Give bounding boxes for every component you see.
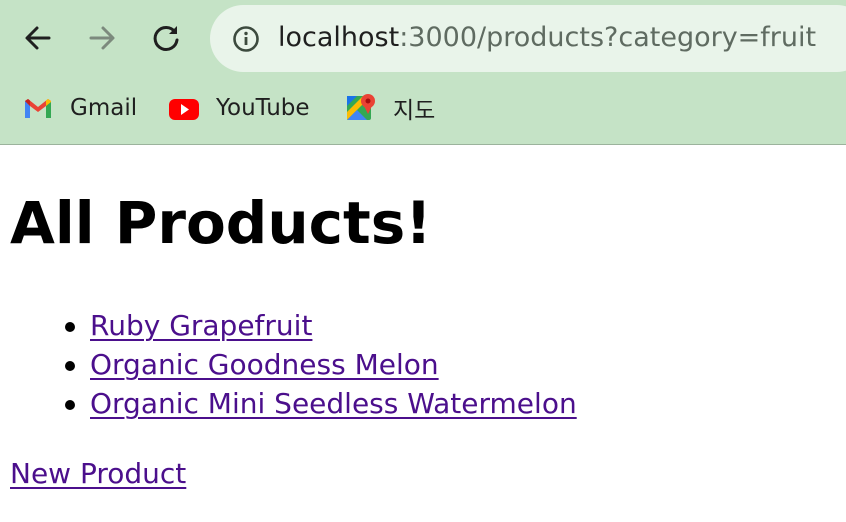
product-list: Ruby Grapefruit Organic Goodness Melon O… bbox=[10, 306, 577, 423]
bookmarks-bar: Gmail YouTube 지도 bbox=[0, 88, 846, 128]
info-icon[interactable] bbox=[232, 25, 260, 53]
reload-button[interactable] bbox=[145, 17, 187, 59]
reload-icon bbox=[153, 25, 179, 51]
gmail-icon bbox=[25, 99, 51, 118]
product-link[interactable]: Organic Goodness Melon bbox=[90, 348, 439, 381]
list-item: Organic Mini Seedless Watermelon bbox=[65, 384, 577, 423]
bookmark-label: 지도 bbox=[393, 98, 436, 124]
bookmark-label: Gmail bbox=[70, 95, 138, 121]
url-text: localhost:3000/products?category=fruit bbox=[278, 20, 816, 56]
bookmark-gmail[interactable]: Gmail bbox=[22, 88, 137, 128]
product-link[interactable]: Organic Mini Seedless Watermelon bbox=[90, 387, 577, 420]
forward-button[interactable] bbox=[81, 17, 123, 59]
browser-chrome: localhost:3000/products?category=fruit G… bbox=[0, 0, 846, 145]
arrow-right-icon bbox=[89, 26, 115, 50]
list-item: Organic Goodness Melon bbox=[65, 345, 577, 384]
url-path: :3000/products?category=fruit bbox=[399, 22, 817, 53]
back-button[interactable] bbox=[17, 17, 59, 59]
youtube-icon bbox=[169, 99, 199, 120]
product-link[interactable]: Ruby Grapefruit bbox=[90, 309, 312, 342]
bookmark-label: YouTube bbox=[216, 95, 310, 121]
bookmark-maps[interactable]: 지도 bbox=[345, 88, 435, 128]
list-item: Ruby Grapefruit bbox=[65, 306, 577, 345]
maps-icon bbox=[347, 94, 375, 120]
url-host: localhost bbox=[278, 22, 400, 53]
bookmark-youtube[interactable]: YouTube bbox=[168, 88, 310, 128]
address-bar[interactable]: localhost:3000/products?category=fruit bbox=[210, 5, 846, 72]
new-product-link[interactable]: New Product bbox=[10, 454, 186, 494]
page-title: All Products! bbox=[10, 189, 432, 257]
arrow-left-icon bbox=[25, 26, 51, 50]
